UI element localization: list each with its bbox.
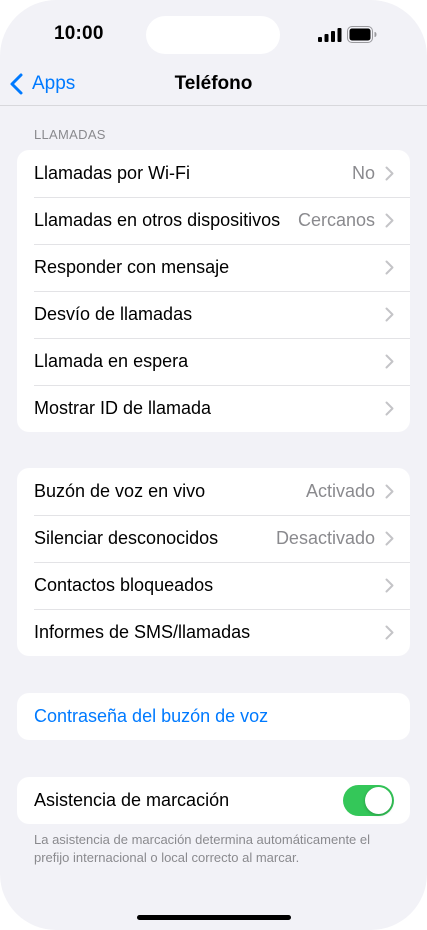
chevron-right-icon <box>385 625 394 640</box>
voicemail-group: Buzón de voz en vivo Activado Silenciar … <box>17 468 410 656</box>
voicemail-password-group: Contraseña del buzón de voz <box>17 693 410 740</box>
change-voicemail-password-link[interactable]: Contraseña del buzón de voz <box>17 693 410 740</box>
chevron-right-icon <box>385 578 394 593</box>
row-label: Llamada en espera <box>34 351 189 371</box>
row-respond-with-text[interactable]: Responder con mensaje <box>17 244 410 291</box>
section-header-calls: LLAMADAS <box>34 127 106 142</box>
phone-screen: 10:00 Apps Teléfono LLAMADAS Llamadas po… <box>0 0 427 930</box>
dial-assist-footer: La asistencia de marcación determina aut… <box>34 832 371 865</box>
row-call-forwarding[interactable]: Desvío de llamadas <box>17 291 410 338</box>
row-label: Silenciar desconocidos <box>34 528 219 548</box>
chevron-right-icon <box>385 213 394 228</box>
row-label: Llamadas en otros dispositivos <box>34 210 281 230</box>
row-label: Mostrar ID de llamada <box>34 398 212 418</box>
row-show-caller-id[interactable]: Mostrar ID de llamada <box>17 385 410 432</box>
status-bar: 10:00 <box>0 0 427 70</box>
row-label: Asistencia de marcación <box>34 790 230 810</box>
chevron-right-icon <box>385 307 394 322</box>
row-label: Contraseña del buzón de voz <box>34 706 269 726</box>
row-label: Contactos bloqueados <box>34 575 214 595</box>
chevron-right-icon <box>385 401 394 416</box>
row-live-voicemail[interactable]: Buzón de voz en vivo Activado <box>17 468 410 515</box>
row-label: Informes de SMS/llamadas <box>34 622 251 642</box>
row-label: Responder con mensaje <box>34 257 230 277</box>
chevron-right-icon <box>385 354 394 369</box>
row-calls-other-devices[interactable]: Llamadas en otros dispositivos Cercanos <box>17 197 410 244</box>
row-dial-assist: Asistencia de marcación <box>17 777 410 824</box>
chevron-right-icon <box>385 260 394 275</box>
row-value: No <box>351 163 375 183</box>
status-time: 10:00 <box>54 23 104 44</box>
row-sms-call-reporting[interactable]: Informes de SMS/llamadas <box>17 609 410 656</box>
row-label: Buzón de voz en vivo <box>34 481 206 501</box>
chevron-right-icon <box>385 166 394 181</box>
row-value: Cercanos <box>297 210 375 230</box>
row-value: Desactivado <box>275 528 375 548</box>
chevron-right-icon <box>385 531 394 546</box>
dynamic-island <box>146 16 280 54</box>
row-call-waiting[interactable]: Llamada en espera <box>17 338 410 385</box>
row-silence-unknown[interactable]: Silenciar desconocidos Desactivado <box>17 515 410 562</box>
navigation-bar: Apps Teléfono <box>0 62 427 106</box>
toggle-knob <box>365 787 392 814</box>
chevron-right-icon <box>385 484 394 499</box>
calls-group: Llamadas por Wi‑Fi No Llamadas en otros … <box>17 150 410 432</box>
battery-icon <box>347 26 377 43</box>
home-indicator[interactable] <box>137 915 291 920</box>
page-title: Teléfono <box>174 73 253 94</box>
row-value: Activado <box>305 481 375 501</box>
row-label: Llamadas por Wi‑Fi <box>34 163 191 183</box>
row-blocked-contacts[interactable]: Contactos bloqueados <box>17 562 410 609</box>
row-wifi-calling[interactable]: Llamadas por Wi‑Fi No <box>17 150 410 197</box>
cellular-signal-icon <box>318 28 342 42</box>
dial-assist-toggle[interactable] <box>343 785 394 816</box>
row-label: Desvío de llamadas <box>34 304 193 324</box>
dial-assist-group: Asistencia de marcación <box>17 777 410 824</box>
